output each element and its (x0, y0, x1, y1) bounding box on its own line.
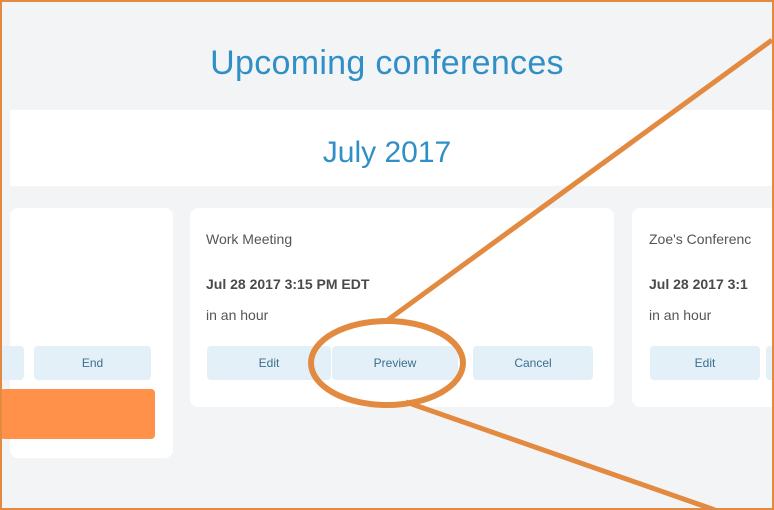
callout-annotation (308, 37, 774, 510)
callout-line-upper (383, 37, 774, 325)
callout-line-lower (405, 399, 716, 510)
callout-circle (308, 318, 466, 408)
